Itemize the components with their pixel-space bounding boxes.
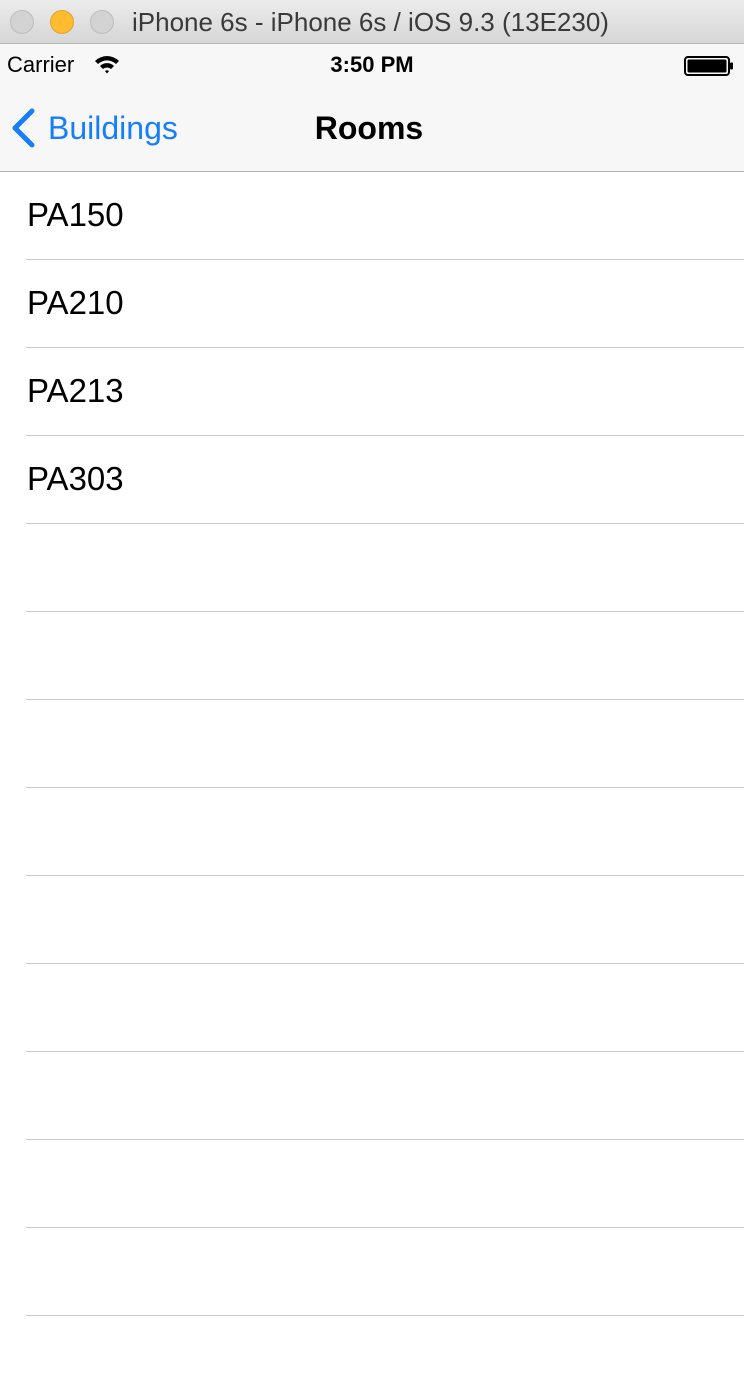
empty-table-row bbox=[0, 876, 744, 964]
table-row[interactable]: PA150 bbox=[0, 172, 744, 260]
table-row[interactable]: PA210 bbox=[0, 260, 744, 348]
simulator-window: iPhone 6s - iPhone 6s / iOS 9.3 (13E230)… bbox=[0, 0, 744, 1376]
room-label: PA303 bbox=[27, 460, 124, 497]
empty-table-row bbox=[0, 1052, 744, 1140]
empty-table-row bbox=[0, 524, 744, 612]
close-window-button[interactable] bbox=[10, 10, 34, 34]
room-label: PA150 bbox=[27, 196, 124, 233]
window-titlebar: iPhone 6s - iPhone 6s / iOS 9.3 (13E230) bbox=[0, 0, 744, 44]
status-bar: Carrier 3:50 PM bbox=[0, 44, 744, 86]
empty-table-row bbox=[0, 788, 744, 876]
status-time: 3:50 PM bbox=[330, 52, 414, 77]
room-label: PA213 bbox=[27, 372, 124, 409]
empty-table-row bbox=[0, 964, 744, 1052]
window-title: iPhone 6s - iPhone 6s / iOS 9.3 (13E230) bbox=[132, 7, 609, 37]
empty-table-row bbox=[0, 612, 744, 700]
battery-icon bbox=[684, 56, 733, 76]
zoom-window-button[interactable] bbox=[90, 10, 114, 34]
navigation-bar: Buildings Rooms bbox=[0, 86, 744, 172]
table-row[interactable]: PA213 bbox=[0, 348, 744, 436]
page-title: Rooms bbox=[314, 110, 424, 146]
empty-table-row bbox=[0, 1228, 744, 1316]
rooms-table: PA150 PA210 PA213 PA303 bbox=[0, 172, 744, 1316]
minimize-window-button[interactable] bbox=[50, 10, 74, 34]
empty-table-row bbox=[0, 1140, 744, 1228]
empty-table-row bbox=[0, 700, 744, 788]
table-row[interactable]: PA303 bbox=[0, 436, 744, 524]
room-label: PA210 bbox=[27, 284, 124, 321]
